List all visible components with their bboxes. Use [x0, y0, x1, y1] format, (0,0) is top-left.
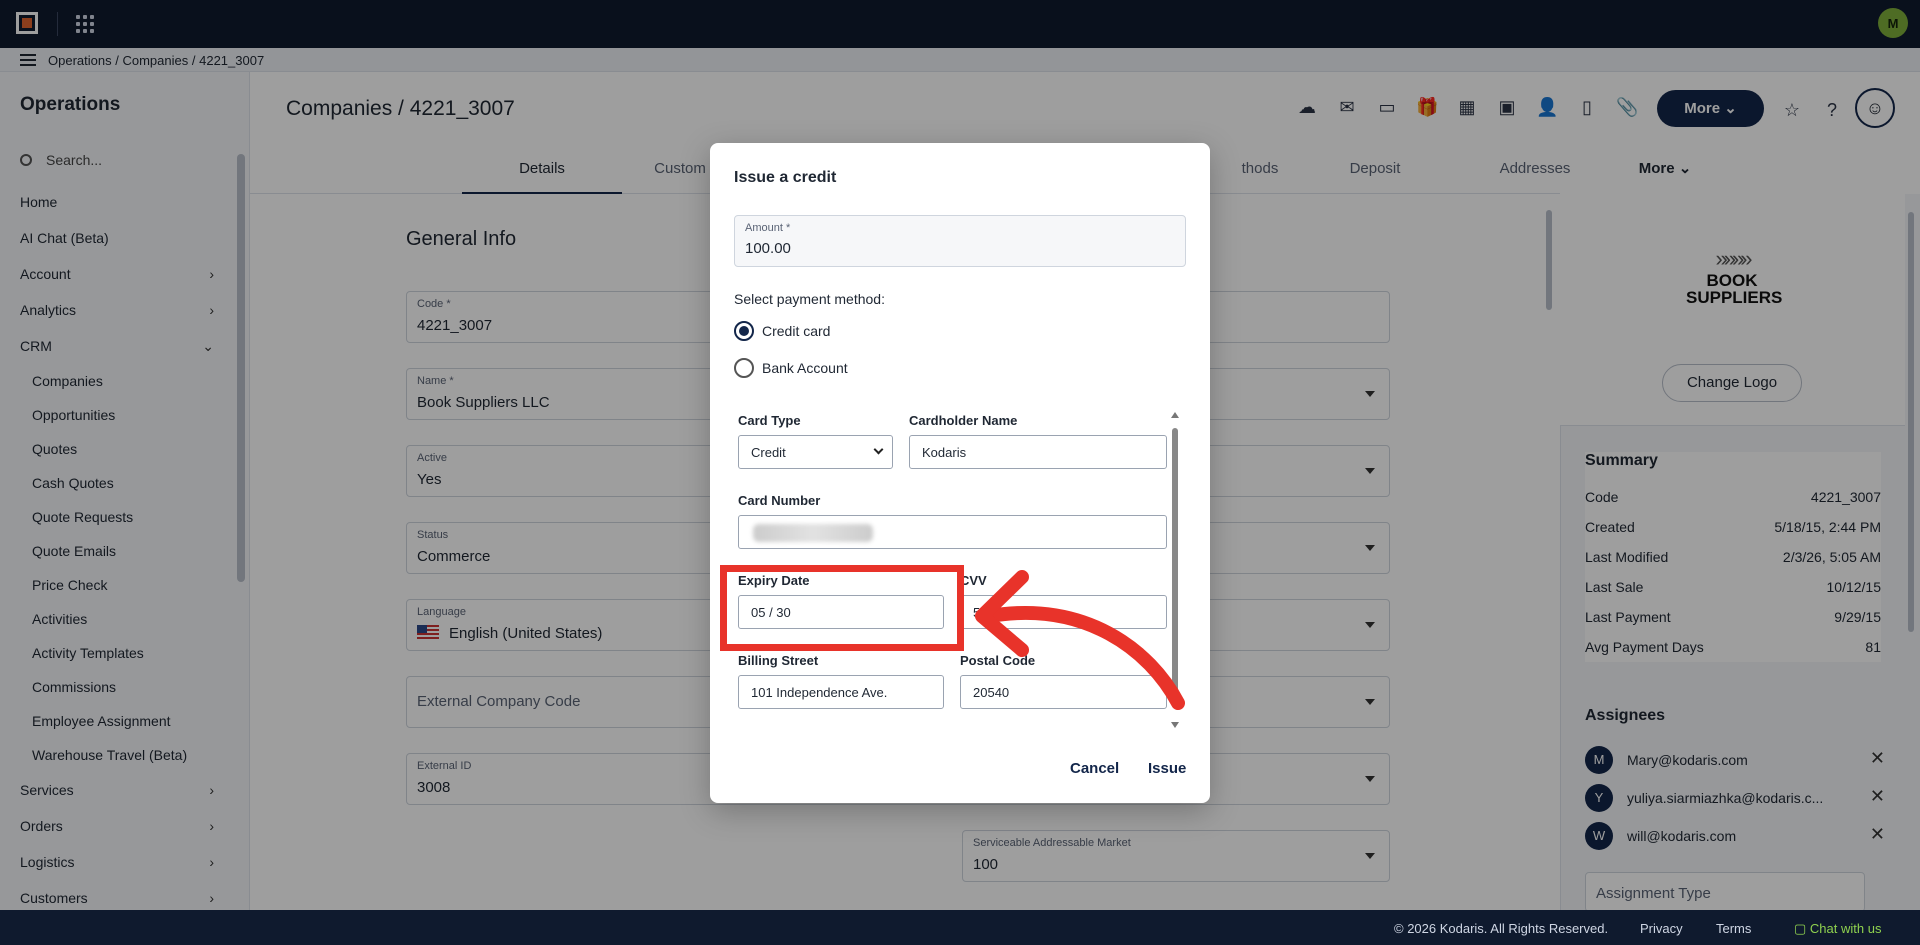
footer: © 2026 Kodaris. All Rights Reserved. Pri… [0, 910, 1920, 945]
copyright: © 2026 Kodaris. All Rights Reserved. [1394, 921, 1609, 936]
cardholder-label: Cardholder Name [909, 413, 1018, 428]
radio-label: Bank Account [762, 360, 848, 376]
cvv-input[interactable]: 5 [960, 595, 1167, 629]
card-details-frame: Card Type Credit Cardholder Name Kodaris… [734, 409, 1190, 719]
annotation-highlight-box [720, 565, 964, 651]
chat-icon: ▢ [1794, 921, 1810, 936]
amount-field[interactable]: Amount * 100.00 [734, 215, 1186, 267]
terms-link[interactable]: Terms [1716, 921, 1751, 936]
billing-street-label: Billing Street [738, 653, 819, 668]
card-type-select[interactable]: Credit [738, 435, 893, 469]
dialog-title: Issue a credit [734, 169, 837, 186]
cancel-button[interactable]: Cancel [1070, 760, 1119, 777]
amount-value: 100.00 [745, 240, 791, 257]
cvv-label: CVV [960, 573, 987, 588]
billing-street-input[interactable]: 101 Independence Ave. [738, 675, 944, 709]
card-number-label: Card Number [738, 493, 821, 508]
issue-button[interactable]: Issue [1148, 760, 1186, 777]
chevron-down-icon [873, 444, 884, 455]
scroll-up-icon[interactable] [1171, 412, 1179, 418]
radio-label: Credit card [762, 323, 831, 339]
credit-card-radio[interactable] [734, 321, 754, 341]
card-number-input[interactable] [738, 515, 1167, 549]
postal-code-label: Postal Code [960, 653, 1036, 668]
bank-account-radio-row[interactable]: Bank Account [734, 358, 934, 380]
chat-link[interactable]: ▢ Chat with us [1794, 921, 1881, 937]
chat-label: Chat with us [1809, 921, 1882, 936]
payment-method-label: Select payment method: [734, 291, 885, 307]
postal-code-input[interactable]: 20540 [960, 675, 1167, 709]
field-label: Amount * [745, 222, 791, 234]
cardholder-input[interactable]: Kodaris [909, 435, 1167, 469]
issue-credit-dialog: Issue a credit Amount * 100.00 Select pa… [710, 143, 1210, 803]
redacted-card-number [753, 524, 873, 542]
privacy-link[interactable]: Privacy [1640, 921, 1683, 936]
dialog-scrollbar[interactable] [1170, 412, 1180, 728]
credit-card-radio-row[interactable]: Credit card [734, 321, 934, 343]
scroll-down-icon[interactable] [1171, 722, 1179, 728]
card-type-label: Card Type [738, 413, 801, 428]
card-type-value: Credit [751, 445, 786, 460]
bank-account-radio[interactable] [734, 358, 754, 378]
